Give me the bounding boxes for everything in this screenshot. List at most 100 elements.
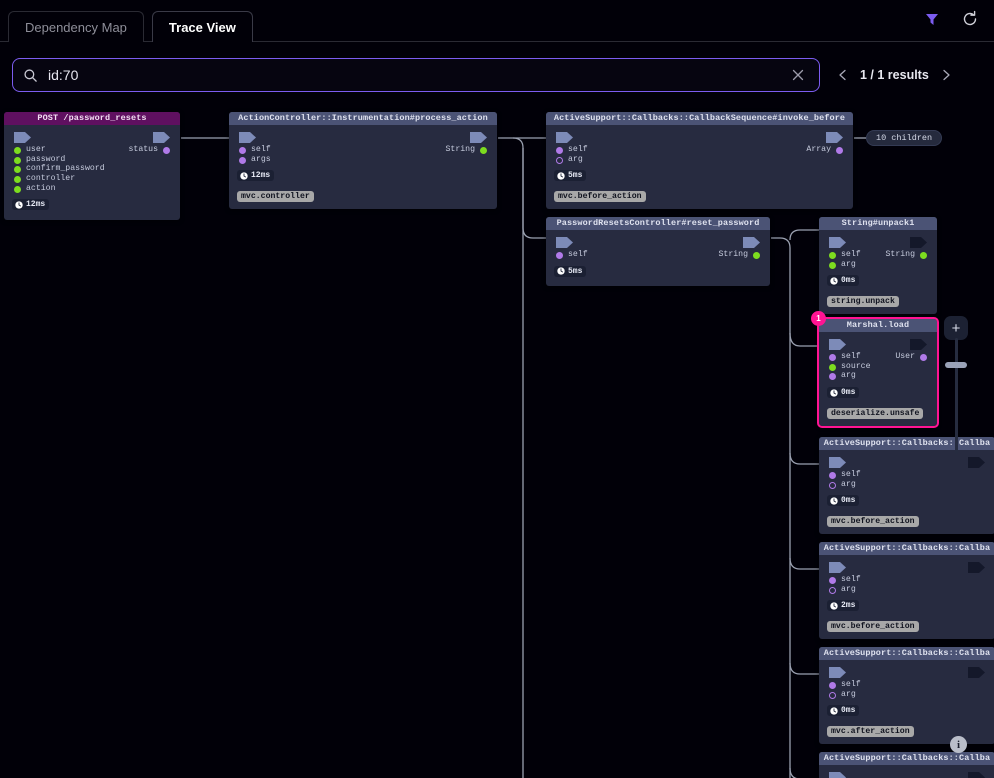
- input-port-dot[interactable]: [829, 682, 836, 689]
- flow-in-arrow-icon[interactable]: [829, 560, 846, 573]
- flow-in-arrow-icon[interactable]: [829, 665, 846, 678]
- chevron-left-icon[interactable]: [836, 68, 850, 82]
- input-port-dot[interactable]: [556, 147, 563, 154]
- event-tag[interactable]: string.unpack: [827, 295, 899, 307]
- input-port-dot[interactable]: [829, 354, 836, 361]
- zoom-slider-thumb[interactable]: [945, 362, 967, 368]
- input-port-dot[interactable]: [14, 147, 21, 154]
- input-port-label: self: [568, 250, 588, 259]
- flow-in-arrow-icon[interactable]: [556, 235, 573, 248]
- clock-icon: [830, 388, 838, 397]
- input-port-dot[interactable]: [829, 691, 836, 699]
- flow-out-arrow-icon[interactable]: [968, 770, 985, 778]
- input-port-dot[interactable]: [829, 577, 836, 584]
- event-tag[interactable]: mvc.before_action: [827, 515, 919, 527]
- input-port-dot[interactable]: [829, 373, 836, 381]
- input-port-dot[interactable]: [829, 261, 836, 269]
- event-tag[interactable]: mvc.before_action: [554, 190, 646, 202]
- node-callbacks-after-action[interactable]: ActiveSupport::Callbacks::Callba self arg 0…: [819, 647, 994, 744]
- flow-out-arrow-icon[interactable]: [968, 665, 985, 678]
- node-callbacksequence-invoke-before[interactable]: ActiveSupport::Callbacks::CallbackSequen…: [546, 112, 853, 209]
- input-port-label: self: [251, 145, 271, 154]
- clock-icon: [830, 497, 838, 505]
- input-port-dot[interactable]: [829, 252, 836, 259]
- clock-icon: [830, 602, 838, 610]
- input-port-dot[interactable]: [14, 176, 21, 184]
- node-callbacks-before-action-1[interactable]: ActiveSupport::Callbacks::Callba self arg 0…: [819, 437, 994, 534]
- refresh-icon[interactable]: [960, 9, 980, 29]
- output-port-dot[interactable]: [920, 252, 927, 259]
- zoom-slider-track[interactable]: [954, 338, 958, 454]
- node-string-unpack1[interactable]: String#unpack1 self String arg 0ms string.unp…: [819, 217, 937, 314]
- flow-in-arrow-icon[interactable]: [829, 337, 846, 350]
- search-box[interactable]: [12, 58, 820, 92]
- input-port-dot[interactable]: [829, 472, 836, 479]
- output-port-dot[interactable]: [753, 252, 760, 259]
- node-title: ActiveSupport::Callbacks::Callba: [819, 647, 994, 660]
- output-port-dot[interactable]: [480, 147, 487, 154]
- flow-out-arrow-icon[interactable]: [910, 235, 927, 248]
- zoom-in-icon[interactable]: +: [944, 316, 968, 340]
- event-tag[interactable]: deserialize.unsafe: [827, 407, 924, 419]
- node-callbacks-partial[interactable]: ActiveSupport::Callbacks::Callba: [819, 752, 994, 778]
- chevron-right-icon[interactable]: [939, 68, 953, 82]
- search-input[interactable]: [48, 67, 787, 83]
- node-connectors: [554, 234, 762, 248]
- node-post-password-resets[interactable]: POST /password_resets user status password c…: [4, 112, 180, 220]
- input-port-dot[interactable]: [556, 252, 563, 259]
- flow-out-arrow-icon[interactable]: [968, 455, 985, 468]
- output-port-dot[interactable]: [836, 147, 843, 154]
- input-port-dot[interactable]: [556, 156, 563, 164]
- input-port-dot[interactable]: [239, 156, 246, 164]
- node-marshal-load[interactable]: Marshal.load self User source arg 0ms deserial…: [817, 317, 939, 428]
- input-port-dot[interactable]: [829, 363, 836, 371]
- flow-in-arrow-icon[interactable]: [14, 130, 31, 143]
- flow-out-arrow-icon[interactable]: [910, 337, 927, 350]
- flow-out-arrow-icon[interactable]: [743, 235, 760, 248]
- flow-out-arrow-icon[interactable]: [826, 130, 843, 143]
- node-connectors: [12, 129, 172, 143]
- flow-out-arrow-icon[interactable]: [153, 130, 170, 143]
- node-ports: self String arg: [827, 250, 929, 271]
- children-count-badge[interactable]: 10 children: [866, 130, 943, 146]
- input-port-dot[interactable]: [14, 156, 21, 164]
- node-actioncontroller-process-action[interactable]: ActionController::Instrumentation#proces…: [229, 112, 497, 209]
- flow-in-arrow-icon[interactable]: [239, 130, 256, 143]
- node-body: [819, 765, 994, 778]
- tab-trace-view[interactable]: Trace View: [151, 11, 253, 43]
- flow-in-arrow-icon[interactable]: [829, 455, 846, 468]
- node-ports: self String args: [237, 145, 489, 165]
- node-passwordresetscontroller-reset-password[interactable]: PasswordResetsController#reset_password s…: [546, 217, 770, 287]
- input-port-dot[interactable]: [14, 166, 21, 174]
- node-title: ActiveSupport::Callbacks::Callba: [819, 752, 994, 765]
- close-icon[interactable]: [787, 64, 809, 86]
- input-port-label: arg: [841, 259, 856, 269]
- tab-dependency-map[interactable]: Dependency Map: [8, 11, 144, 42]
- flow-out-arrow-icon[interactable]: [470, 130, 487, 143]
- event-tag[interactable]: mvc.before_action: [827, 620, 919, 632]
- output-port-label: String: [718, 250, 748, 259]
- input-port-dot[interactable]: [14, 185, 21, 193]
- input-port-dot[interactable]: [829, 586, 836, 594]
- port-row: arg: [827, 259, 929, 271]
- port-row: self String: [237, 145, 489, 156]
- node-body: self Array arg 5ms mvc.before_action: [546, 125, 853, 209]
- zoom-control: +: [944, 316, 968, 454]
- info-icon[interactable]: i: [950, 736, 967, 753]
- node-callbacks-before-action-2[interactable]: ActiveSupport::Callbacks::Callba self arg 2…: [819, 542, 994, 639]
- event-tag[interactable]: mvc.controller: [237, 190, 314, 202]
- flow-in-arrow-icon[interactable]: [556, 130, 573, 143]
- input-port-dot[interactable]: [239, 147, 246, 154]
- node-connectors: [237, 129, 489, 143]
- event-tag[interactable]: mvc.after_action: [827, 725, 914, 737]
- trace-graph-canvas[interactable]: POST /password_resets user status password c…: [0, 108, 994, 778]
- input-port-dot[interactable]: [829, 481, 836, 489]
- filter-icon[interactable]: [922, 9, 942, 29]
- output-port-dot[interactable]: [163, 147, 170, 154]
- flow-in-arrow-icon[interactable]: [829, 770, 846, 778]
- output-port-dot[interactable]: [920, 354, 927, 361]
- input-port-label: arg: [841, 584, 856, 594]
- input-port-label: password: [26, 154, 66, 164]
- flow-in-arrow-icon[interactable]: [829, 235, 846, 248]
- flow-out-arrow-icon[interactable]: [968, 560, 985, 573]
